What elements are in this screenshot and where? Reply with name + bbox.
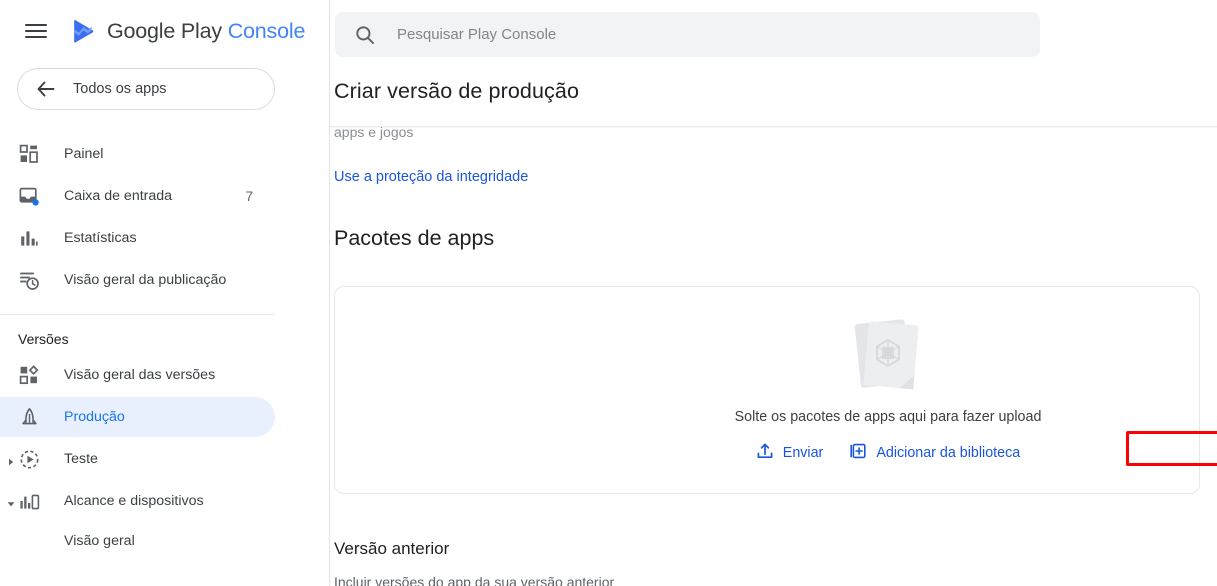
add-from-library-button[interactable]: Adicionar da biblioteca [845, 436, 1024, 470]
brand-title-secondary: Console [227, 18, 306, 43]
sticky-header-shadow [330, 126, 1217, 128]
integrity-protection-link[interactable]: Use a proteção da integridade [334, 169, 528, 185]
rocket-icon [18, 406, 40, 428]
sidebar-item-label: Caixa de entrada [64, 188, 173, 204]
chevron-right-icon[interactable] [6, 454, 16, 466]
scrolled-under-text: apps e jogos [334, 124, 414, 140]
dropzone[interactable]: Solte os pacotes de apps aqui para fazer… [335, 287, 1201, 495]
sidebar-item-label: Visão geral das versões [64, 367, 216, 383]
sidebar-item-label: Visão geral da publicação [64, 272, 227, 288]
inbox-icon [18, 185, 40, 207]
sidebar-item-estatisticas[interactable]: Estatísticas [0, 218, 275, 258]
app-bundles-card: Solte os pacotes de apps aqui para fazer… [334, 286, 1200, 494]
sidebar-item-visao-geral-das-versoes[interactable]: Visão geral das versões [0, 355, 275, 395]
sidebar-item-alcance-e-dispositivos[interactable]: Alcance e dispositivos [0, 481, 275, 521]
sidebar-item-teste[interactable]: Teste [0, 439, 275, 479]
previous-version-heading: Versão anterior [334, 539, 450, 558]
dashboard-icon [18, 143, 40, 165]
sidebar-item-painel[interactable]: Painel [0, 134, 275, 174]
sidebar-item-label: Produção [64, 409, 125, 425]
upload-button[interactable]: Enviar [752, 436, 828, 470]
sidebar-item-label: Alcance e dispositivos [64, 493, 204, 509]
sidebar-item-producao[interactable]: Produção [0, 397, 275, 437]
brand-title: Google Play Console [107, 19, 305, 44]
sidebar-item-caixa-de-entrada[interactable]: Caixa de entrada 7 [0, 176, 275, 216]
inbox-badge-count: 7 [245, 188, 253, 204]
search-bar[interactable] [335, 12, 1040, 57]
dropzone-text: Solte os pacotes de apps aqui para fazer… [734, 408, 1042, 425]
testing-play-circle-icon [18, 448, 40, 470]
play-console-page: Google Play Console Todos os apps Painel… [0, 0, 1217, 586]
chevron-down-icon[interactable] [6, 496, 16, 507]
upload-icon [756, 442, 774, 464]
all-apps-label: Todos os apps [73, 81, 167, 97]
sidebar-subitem-visao-geral[interactable]: Visão geral [0, 523, 275, 559]
sidebar-item-label: Estatísticas [64, 230, 137, 246]
sidebar-item-label: Teste [64, 451, 98, 467]
upload-button-label: Enviar [782, 444, 824, 461]
main-content: Criar versão de produção apps e jogos Us… [330, 0, 1217, 586]
arrow-left-icon [35, 78, 57, 100]
dropzone-actions: Enviar Adicionar da biblioteca [752, 436, 1024, 470]
add-from-library-label: Adicionar da biblioteca [876, 444, 1021, 461]
primary-nav: Painel Caixa de entrada 7 Estatísticas V… [0, 134, 329, 559]
hamburger-icon[interactable] [25, 19, 49, 43]
packages-heading: Pacotes de apps [334, 226, 495, 250]
sidebar-item-label: Painel [64, 146, 104, 162]
brand-title-primary: Google Play [107, 18, 222, 43]
brand-row: Google Play Console [0, 0, 329, 62]
app-bundle-files-icon [840, 313, 936, 399]
add-from-library-icon [849, 442, 867, 464]
sidebar: Google Play Console Todos os apps Painel… [0, 0, 330, 586]
search-wrap [330, 0, 1217, 57]
previous-version-subtext: Incluir versões do app da sua versão ant… [334, 574, 615, 586]
search-input[interactable] [397, 26, 957, 43]
sidebar-item-visao-geral-da-publicacao[interactable]: Visão geral da publicação [0, 260, 275, 300]
page-title: Criar versão de produção [334, 79, 579, 103]
sidebar-section-title: Versões [18, 331, 69, 347]
releases-overview-icon [18, 364, 40, 386]
statistics-bar-chart-icon [18, 227, 40, 249]
search-icon [355, 25, 375, 45]
all-apps-button[interactable]: Todos os apps [17, 68, 275, 110]
reach-devices-icon [18, 490, 40, 512]
google-play-logo-icon [70, 17, 98, 45]
publishing-overview-clock-icon [18, 269, 40, 291]
